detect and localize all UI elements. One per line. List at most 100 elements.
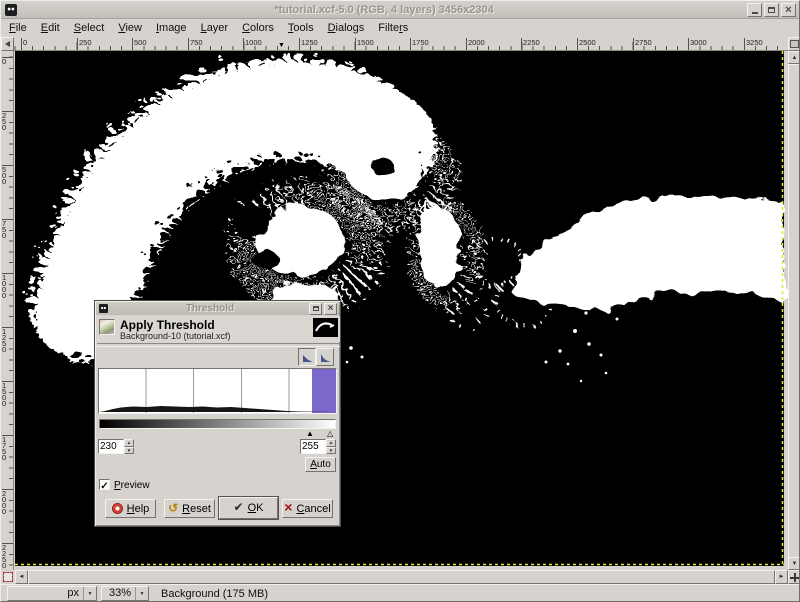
reset-icon: [168, 503, 178, 515]
dialog-header-subtitle: Background-10 (tutorial.xcf): [120, 331, 231, 341]
spin-down-icon[interactable]: ▼: [326, 447, 336, 455]
cancel-x-icon: [284, 502, 292, 515]
h-ruler-label: 750: [188, 38, 203, 50]
canvas-menu-button[interactable]: [788, 37, 800, 51]
maximize-icon[interactable]: [764, 3, 779, 17]
status-message: Background (175 MB): [161, 588, 268, 600]
menu-view[interactable]: View: [118, 22, 142, 34]
h-ruler-label: 1250: [299, 38, 318, 50]
h-ruler-label: 0: [21, 38, 27, 50]
v-ruler-label: 1250: [2, 327, 8, 353]
dialog-titlebar[interactable]: Threshold: [96, 302, 339, 315]
menubar: File Edit Select View Image Layer Colors…: [1, 19, 799, 37]
threshold-dialog: Threshold Apply Threshold Background-10 …: [94, 300, 341, 527]
navigation-button[interactable]: [788, 570, 800, 584]
auto-button[interactable]: Auto: [305, 457, 336, 472]
spin-down-icon[interactable]: ▼: [124, 447, 134, 455]
h-ruler-label: 2750: [633, 38, 652, 50]
v-ruler-label: 250: [2, 111, 8, 131]
linear-histogram-icon: [302, 352, 313, 363]
menu-dialogs[interactable]: Dialogs: [328, 22, 365, 34]
h-ruler-label: 3000: [688, 38, 707, 50]
maximize-icon[interactable]: [309, 303, 322, 315]
spin-up-icon[interactable]: ▲: [326, 439, 336, 447]
menu-layer[interactable]: Layer: [201, 22, 229, 34]
unit-select[interactable]: px ▼: [7, 586, 97, 601]
v-ruler-label: 750: [2, 219, 8, 239]
h-ruler-label: 1000: [243, 38, 262, 50]
horizontal-scrollbar-thumb[interactable]: [28, 570, 775, 584]
preview-label[interactable]: Preview: [114, 480, 150, 491]
window-title: *tutorial.xcf-5.0 (RGB, 4 layers) 3456x2…: [21, 4, 747, 16]
v-ruler-label: 1000: [2, 273, 8, 299]
histogram-linear-button[interactable]: [298, 348, 316, 366]
quickmask-icon: [3, 572, 13, 582]
ok-check-icon: [234, 502, 244, 514]
horizontal-ruler[interactable]: 0 250 500 750 1000 1250 1500 1750 2000 2…: [14, 37, 788, 51]
minimize-icon[interactable]: [747, 3, 762, 17]
spin-up-icon[interactable]: ▲: [124, 439, 134, 447]
h-ruler-label: 250: [77, 38, 92, 50]
menu-colors[interactable]: Colors: [242, 22, 274, 34]
h-ruler-label: 3250: [744, 38, 763, 50]
menu-filters[interactable]: Filters: [378, 22, 408, 34]
threshold-histogram[interactable]: [98, 368, 337, 414]
high-threshold-marker[interactable]: △: [327, 429, 333, 438]
dialog-header: Apply Threshold Background-10 (tutorial.…: [97, 316, 340, 342]
scroll-up-icon[interactable]: ▲: [788, 51, 800, 64]
canvas-menu-icon: [790, 40, 799, 48]
ruler-corner-button[interactable]: [1, 37, 14, 51]
cancel-button[interactable]: Cancel: [282, 499, 333, 518]
titlebar[interactable]: *tutorial.xcf-5.0 (RGB, 4 layers) 3456x2…: [1, 1, 799, 19]
unit-value: px: [8, 587, 83, 600]
histogram-logarithmic-button[interactable]: [316, 348, 334, 366]
vertical-scrollbar-thumb[interactable]: [788, 64, 800, 559]
reset-button[interactable]: Reset: [164, 499, 215, 518]
gimp-wilber-icon: [5, 4, 17, 16]
menu-image[interactable]: Image: [156, 22, 187, 34]
image-preview-thumbnail: [313, 318, 338, 337]
horizontal-scrollbar[interactable]: ◄ ►: [15, 570, 788, 584]
quickmask-toggle[interactable]: [1, 570, 15, 584]
scroll-right-icon[interactable]: ►: [775, 570, 788, 584]
menu-edit[interactable]: Edit: [41, 22, 60, 34]
v-ruler-label: 1750: [2, 435, 8, 461]
checkmark-icon: [100, 476, 108, 494]
zoom-value: 33%: [102, 587, 135, 600]
h-ruler-label: 2500: [577, 38, 596, 50]
vertical-ruler[interactable]: 0 250 500 750 1000 1250 1500 1750 2000 2…: [1, 51, 14, 570]
close-icon[interactable]: [324, 303, 337, 315]
menu-file[interactable]: File: [9, 22, 27, 34]
vertical-scrollbar[interactable]: ▲ ▼: [788, 51, 800, 570]
scroll-left-icon[interactable]: ◄: [15, 570, 28, 584]
dialog-title: Threshold: [111, 303, 309, 314]
zoom-select[interactable]: 33% ▼: [101, 586, 149, 601]
h-ruler-label: 2000: [466, 38, 485, 50]
v-ruler-label: 500: [2, 165, 8, 185]
help-icon: [112, 503, 123, 514]
chevron-down-icon[interactable]: ▼: [83, 587, 96, 600]
low-threshold-marker[interactable]: ▲: [306, 429, 314, 438]
menu-tools[interactable]: Tools: [288, 22, 314, 34]
preview-checkbox[interactable]: [99, 479, 110, 490]
dialog-header-title: Apply Threshold: [120, 318, 215, 332]
h-ruler-label: 1500: [355, 38, 374, 50]
value-gradient-bar: [99, 419, 336, 429]
statusbar: px ▼ 33% ▼ Background (175 MB): [1, 584, 799, 602]
close-icon[interactable]: [781, 3, 796, 17]
h-ruler-label: 1750: [410, 38, 429, 50]
scroll-down-icon[interactable]: ▼: [788, 557, 800, 570]
chevron-down-icon[interactable]: ▼: [135, 587, 148, 600]
menu-select[interactable]: Select: [74, 22, 105, 34]
v-ruler-label: 1500: [2, 381, 8, 407]
separator: [97, 343, 340, 347]
window-controls: [747, 3, 796, 17]
v-ruler-label: 0: [2, 57, 8, 65]
threshold-low-stepper: ▲ ▼: [124, 439, 134, 454]
logarithmic-histogram-icon: [320, 352, 331, 363]
help-button[interactable]: Help: [105, 499, 156, 518]
threshold-high-input[interactable]: [300, 439, 326, 454]
layer-thumbnail: [99, 319, 115, 335]
ok-button[interactable]: OK: [219, 497, 278, 519]
threshold-low-input[interactable]: [98, 439, 124, 454]
